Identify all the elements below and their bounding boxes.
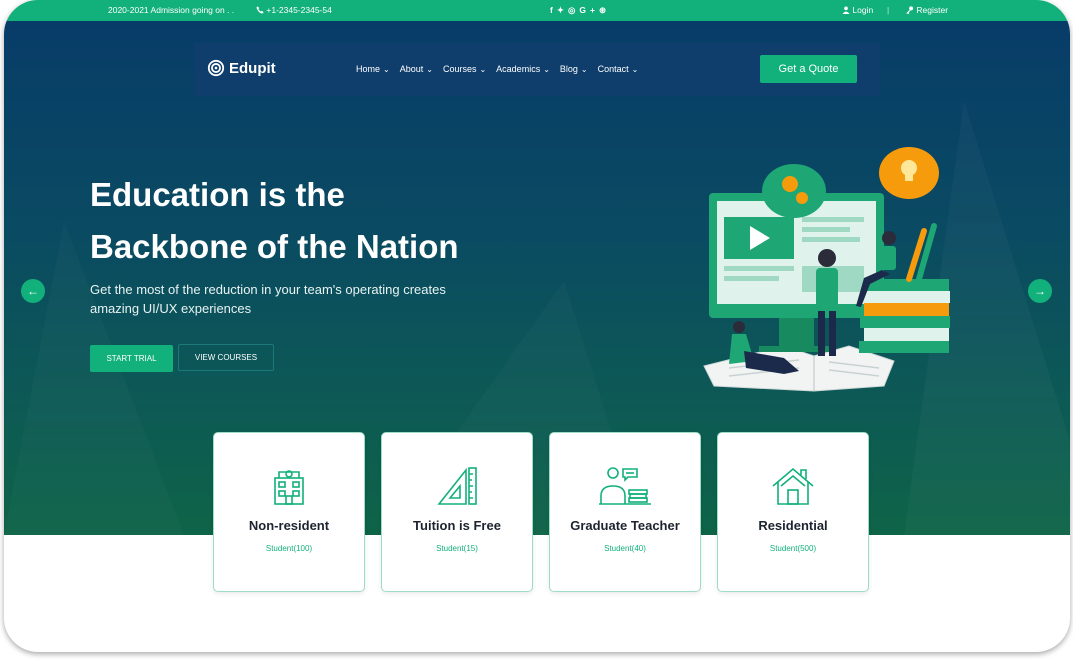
nav-item-academics[interactable]: Academics ⌄ [496,64,550,74]
next-slide-arrow-icon[interactable]: → [1028,279,1052,303]
get-quote-button[interactable]: Get a Quote [760,55,857,83]
nav-label: Home [356,64,381,74]
chevron-down-icon: ⌄ [543,64,550,74]
nav-label: Contact [597,64,629,74]
register-link[interactable]: Register [905,5,948,15]
feature-title: Residential [758,518,828,533]
hero-title-line1: Education is the [90,176,345,213]
user-icon [842,6,850,14]
feature-students: Student(100) [265,544,313,553]
login-label: Login [852,5,874,15]
prev-slide-arrow-icon[interactable]: ← [21,279,45,303]
nav-item-courses[interactable]: Courses ⌄ [443,64,486,74]
key-icon [906,6,914,14]
feature-title: Tuition is Free [413,518,501,533]
chevron-down-icon: ⌄ [426,64,433,74]
nav-item-about[interactable]: About ⌄ [400,64,433,74]
main-menu: Home ⌄ About ⌄ Courses ⌄ Academics ⌄ Blog ⌄ C… [356,64,638,74]
navbar: Edupit Home ⌄ About ⌄ Courses ⌄ Academics ⌄ … [194,43,880,96]
phone-number: +1-2345-2345-54 [266,5,332,15]
register-label: Register [916,5,949,15]
nav-item-blog[interactable]: Blog ⌄ [560,64,588,74]
chevron-down-icon: ⌄ [580,64,588,74]
facebook-icon[interactable]: f [550,5,557,15]
house-icon [772,467,814,505]
feature-title: Graduate Teacher [570,518,680,533]
instagram-icon[interactable]: ◎ [568,5,579,15]
set-square-ruler-icon [437,467,477,505]
nav-label: Academics [496,64,541,74]
nav-label: About [399,64,424,74]
logo-icon [207,59,225,77]
hero-title: Education is the Backbone of the Nation [90,169,459,273]
nav-label: Blog [559,64,578,74]
separator: | [887,5,890,15]
admission-notice: 2020-2021 Admission going on . . [108,5,235,15]
twitter-icon[interactable]: ✦ [557,5,568,15]
feature-card[interactable]: Graduate Teacher Student(40) [549,432,701,592]
nav-label: Courses [442,64,477,74]
hero-title-line2: Backbone of the Nation [90,228,459,265]
login-link[interactable]: Login [842,5,873,15]
chevron-down-icon: ⌄ [479,64,487,74]
phone-icon [256,6,264,14]
education-illustration [703,147,950,392]
phone-info[interactable]: +1-2345-2345-54 [256,5,332,15]
feature-students: Student(500) [769,544,817,553]
browser-frame: 2020-2021 Admission going on . . +1-2345… [4,0,1070,652]
brand-logo[interactable]: Edupit [207,59,276,77]
view-courses-button[interactable]: VIEW COURSES [178,344,274,371]
feature-students: Student(15) [436,544,478,553]
google-plus-icon[interactable]: G+ [579,5,599,15]
feature-card[interactable]: Residential Student(500) [717,432,869,592]
brand-name: Edupit [229,59,276,77]
teacher-icon [599,467,651,505]
feature-card[interactable]: Tuition is Free Student(15) [381,432,533,592]
social-links: f✦◎G+⊛ [550,5,610,16]
building-icon [274,470,304,505]
dribbble-icon[interactable]: ⊛ [599,5,610,15]
nav-item-home[interactable]: Home ⌄ [356,64,390,74]
feature-students: Student(40) [604,544,646,553]
hero-subtitle: Get the most of the reduction in your te… [90,282,446,316]
chevron-down-icon: ⌄ [631,64,639,74]
start-trial-button[interactable]: START TRIAL [90,345,173,372]
feature-card[interactable]: Non-resident Student(100) [213,432,365,592]
nav-item-contact[interactable]: Contact ⌄ [598,64,639,74]
feature-title: Non-resident [248,518,330,533]
chevron-down-icon: ⌄ [383,64,390,74]
hero-section: Edupit Home ⌄ About ⌄ Courses ⌄ Academics ⌄ … [4,21,1070,535]
top-bar: 2020-2021 Admission going on . . +1-2345… [4,0,1070,21]
